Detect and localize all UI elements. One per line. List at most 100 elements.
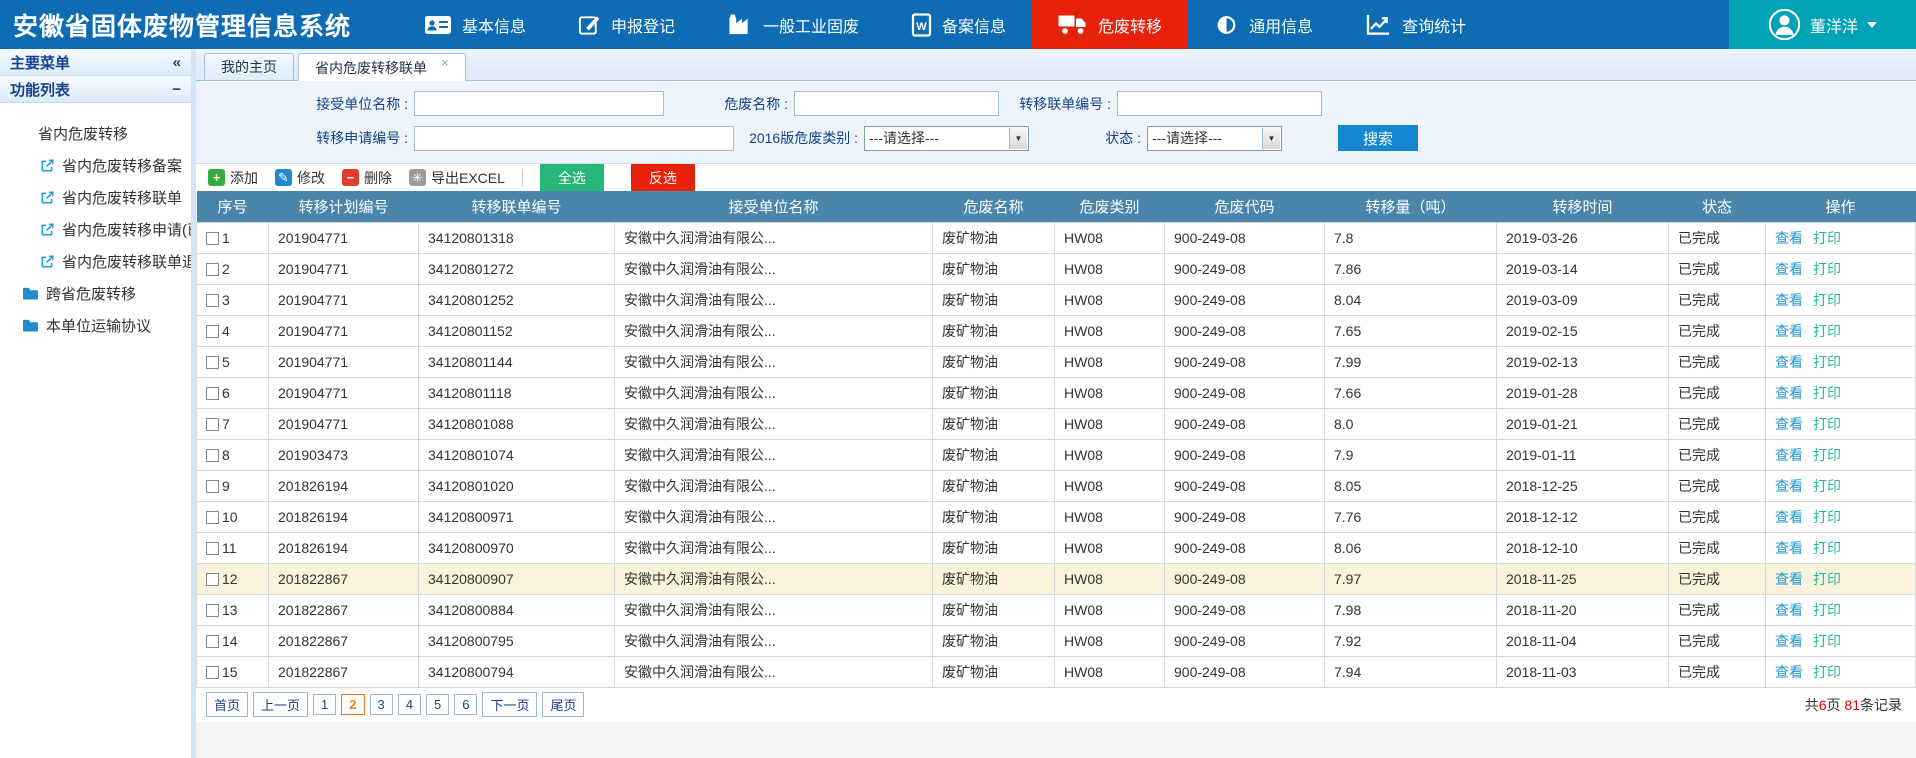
view-link[interactable]: 查看: [1775, 230, 1803, 246]
print-link[interactable]: 打印: [1813, 509, 1841, 525]
view-link[interactable]: 查看: [1775, 323, 1803, 339]
select-dropdown[interactable]: ---请选择---▼: [1147, 126, 1282, 151]
row-checkbox[interactable]: [206, 604, 219, 617]
view-link[interactable]: 查看: [1775, 416, 1803, 432]
sidebar-header-function-list[interactable]: 功能列表 −: [0, 76, 191, 103]
print-link[interactable]: 打印: [1813, 230, 1841, 246]
print-link[interactable]: 打印: [1813, 571, 1841, 587]
view-link[interactable]: 查看: [1775, 447, 1803, 463]
print-link[interactable]: 打印: [1813, 261, 1841, 277]
print-link[interactable]: 打印: [1813, 602, 1841, 618]
page-number[interactable]: 2: [341, 694, 364, 715]
view-link[interactable]: 查看: [1775, 571, 1803, 587]
select-dropdown[interactable]: ---请选择---▼: [864, 126, 1029, 151]
search-input[interactable]: [794, 91, 999, 116]
print-link[interactable]: 打印: [1813, 633, 1841, 649]
view-link[interactable]: 查看: [1775, 354, 1803, 370]
row-checkbox[interactable]: [206, 511, 219, 524]
pagination-next[interactable]: 下一页: [482, 692, 537, 717]
cell-category: HW08: [1055, 532, 1165, 563]
top-nav: 安徽省固体废物管理信息系统 基本信息申报登记一般工业固废W备案信息危废转移通用信…: [0, 0, 1916, 49]
pagination-prev[interactable]: 上一页: [253, 692, 308, 717]
row-checkbox[interactable]: [206, 356, 219, 369]
page-number[interactable]: 1: [313, 694, 336, 715]
row-checkbox[interactable]: [206, 573, 219, 586]
print-link[interactable]: 打印: [1813, 354, 1841, 370]
chevron-down-icon: [1867, 22, 1877, 28]
pagination-last[interactable]: 尾页: [542, 692, 584, 717]
sidebar-header-main-menu[interactable]: 主要菜单 «: [0, 49, 191, 76]
select-all-button[interactable]: 全选: [540, 164, 604, 192]
row-checkbox[interactable]: [206, 325, 219, 338]
cell-receiver: 安徽中久润滑油有限公...: [615, 253, 933, 284]
page-number[interactable]: 4: [398, 694, 421, 715]
page-body: 主要菜单 « 功能列表 − 省内危废转移省内危废转移备案省内危废转移联单省内危废…: [0, 49, 1916, 758]
print-link[interactable]: 打印: [1813, 478, 1841, 494]
print-link[interactable]: 打印: [1813, 416, 1841, 432]
row-checkbox[interactable]: [206, 635, 219, 648]
toolbar-button[interactable]: −删除: [342, 168, 392, 188]
collapse-icon[interactable]: «: [173, 54, 181, 71]
sidebar-item[interactable]: 跨省危废转移: [0, 277, 191, 309]
view-link[interactable]: 查看: [1775, 509, 1803, 525]
sidebar-item[interactable]: 省内危废转移联单: [0, 181, 191, 213]
sidebar-item[interactable]: 省内危废转移: [0, 117, 191, 149]
sidebar-item[interactable]: 省内危废转移联单退: [0, 245, 191, 277]
nav-item[interactable]: 通用信息: [1188, 0, 1339, 49]
page-number[interactable]: 6: [454, 694, 477, 715]
row-checkbox[interactable]: [206, 294, 219, 307]
search-input[interactable]: [1117, 91, 1322, 116]
search-button[interactable]: 搜索: [1338, 125, 1418, 151]
row-checkbox[interactable]: [206, 263, 219, 276]
view-link[interactable]: 查看: [1775, 664, 1803, 680]
user-menu[interactable]: 董洋洋: [1729, 0, 1916, 49]
row-checkbox[interactable]: [206, 232, 219, 245]
search-input[interactable]: [414, 126, 734, 151]
table-body: 120190477134120801318安徽中久润滑油有限公...废矿物油HW…: [197, 222, 1916, 687]
toolbar-button[interactable]: +添加: [208, 168, 258, 188]
print-link[interactable]: 打印: [1813, 540, 1841, 556]
row-checkbox[interactable]: [206, 542, 219, 555]
view-link[interactable]: 查看: [1775, 540, 1803, 556]
page-number[interactable]: 3: [370, 694, 393, 715]
page-number[interactable]: 5: [426, 694, 449, 715]
row-checkbox[interactable]: [206, 387, 219, 400]
nav-item[interactable]: 一般工业固废: [701, 0, 885, 49]
nav-item[interactable]: 查询统计: [1339, 0, 1492, 49]
tab-active[interactable]: 省内危废转移联单×: [298, 53, 466, 81]
print-link[interactable]: 打印: [1813, 292, 1841, 308]
row-checkbox[interactable]: [206, 418, 219, 431]
sidebar-item[interactable]: 省内危废转移备案: [0, 149, 191, 181]
cell-receiver: 安徽中久润滑油有限公...: [615, 439, 933, 470]
sidebar-item[interactable]: 省内危废转移申请(已: [0, 213, 191, 245]
column-header: 危废类别: [1055, 191, 1165, 222]
toolbar-button[interactable]: ✎修改: [275, 168, 325, 188]
cell-date: 2019-03-26: [1497, 222, 1669, 253]
cell-category: HW08: [1055, 439, 1165, 470]
view-link[interactable]: 查看: [1775, 385, 1803, 401]
nav-item[interactable]: 基本信息: [398, 0, 552, 49]
print-link[interactable]: 打印: [1813, 323, 1841, 339]
row-checkbox[interactable]: [206, 480, 219, 493]
view-link[interactable]: 查看: [1775, 478, 1803, 494]
pagination-first[interactable]: 首页: [206, 692, 248, 717]
nav-item[interactable]: W备案信息: [885, 0, 1032, 49]
view-link[interactable]: 查看: [1775, 292, 1803, 308]
tab[interactable]: 我的主页: [204, 53, 294, 80]
print-link[interactable]: 打印: [1813, 385, 1841, 401]
view-link[interactable]: 查看: [1775, 602, 1803, 618]
print-link[interactable]: 打印: [1813, 447, 1841, 463]
row-checkbox[interactable]: [206, 666, 219, 679]
minimize-icon[interactable]: −: [172, 81, 181, 98]
close-icon[interactable]: ×: [441, 56, 449, 69]
nav-item[interactable]: 申报登记: [552, 0, 701, 49]
sidebar-item[interactable]: 本单位运输协议: [0, 309, 191, 341]
toolbar-button[interactable]: ✳导出EXCEL: [409, 168, 505, 188]
invert-selection-button[interactable]: 反选: [631, 164, 695, 192]
row-checkbox[interactable]: [206, 449, 219, 462]
print-link[interactable]: 打印: [1813, 664, 1841, 680]
view-link[interactable]: 查看: [1775, 261, 1803, 277]
view-link[interactable]: 查看: [1775, 633, 1803, 649]
search-input[interactable]: [414, 91, 664, 116]
nav-item[interactable]: 危废转移: [1032, 0, 1188, 49]
